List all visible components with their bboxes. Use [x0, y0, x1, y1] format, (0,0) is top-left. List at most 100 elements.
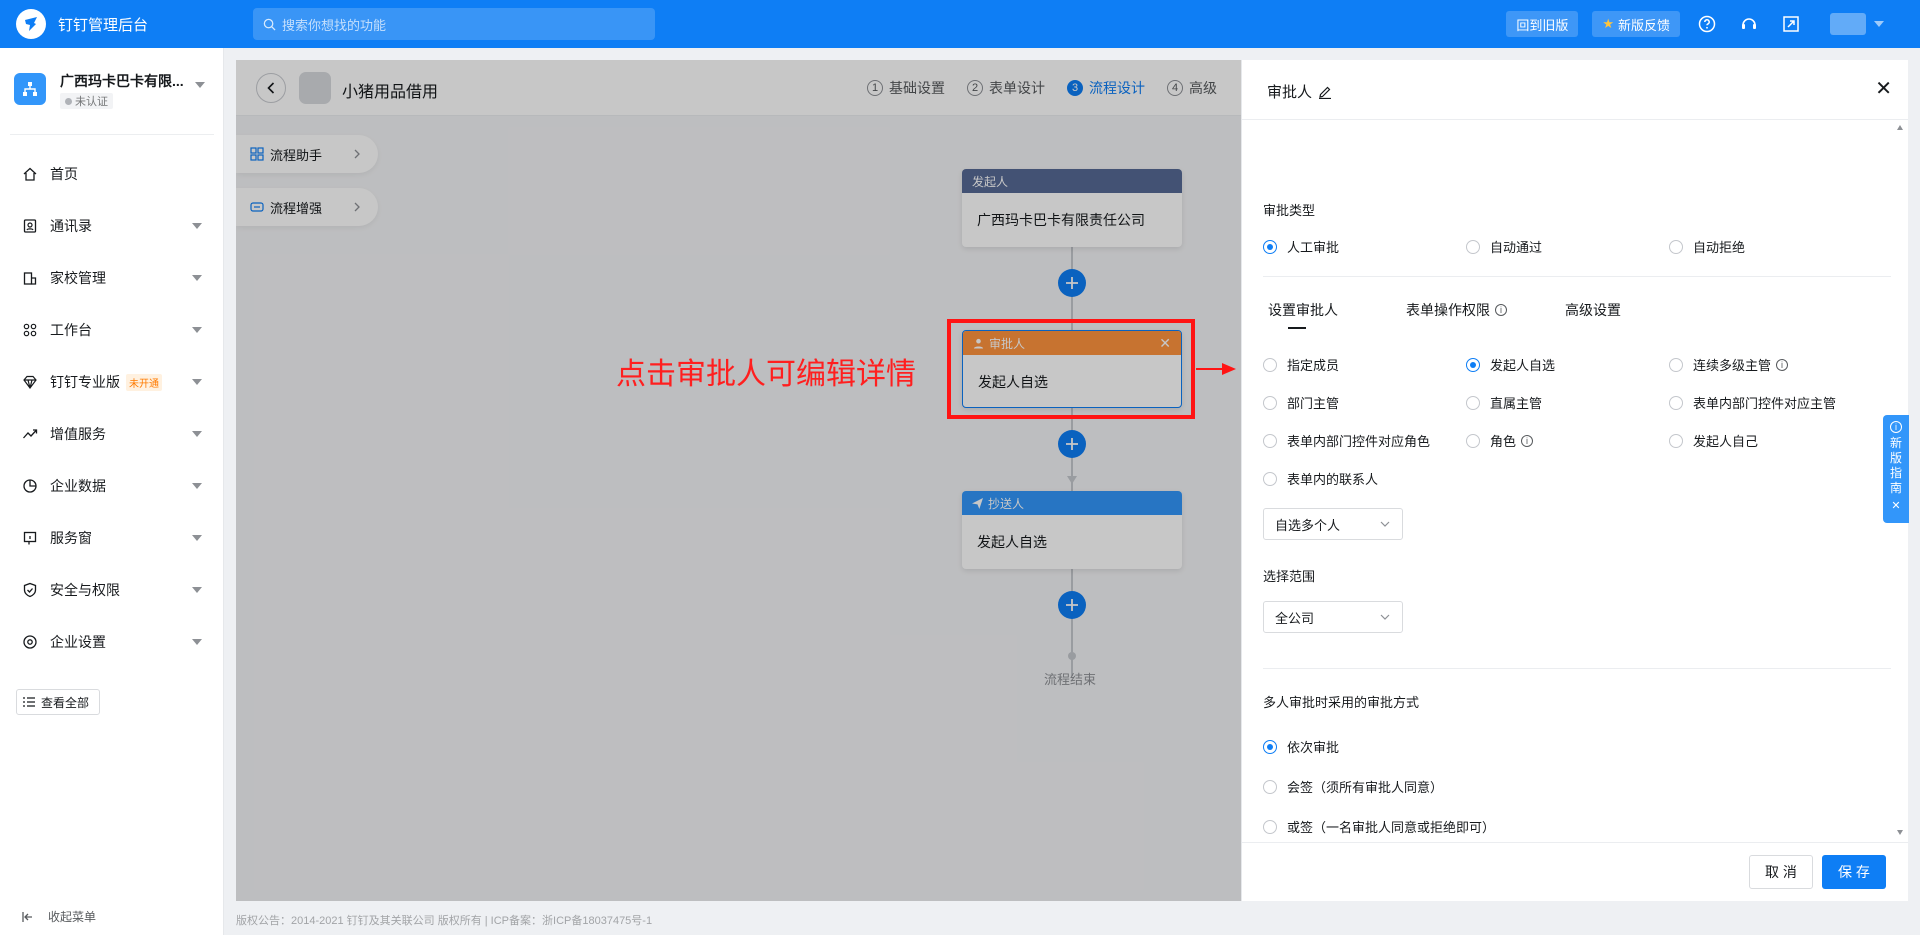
process-designer: 小猪用品借用 1 基础设置 2 表单设计 3 流程设计 4 高级 流程助手 流程增强 发… [236, 60, 1241, 901]
status-dot-icon [65, 97, 72, 105]
edit-icon[interactable] [1318, 85, 1332, 99]
sidebar-item-label: 家校管理 [50, 270, 106, 286]
radio-dot [1669, 239, 1683, 254]
radio-form-dept-role[interactable]: 表单内部门控件对应角色 [1263, 431, 1430, 450]
radio-dept-supervisor[interactable]: 部门主管 [1263, 393, 1339, 412]
radio-label: 发起人自己 [1693, 434, 1759, 449]
org-status-label: 未认证 [75, 96, 108, 108]
radio-role[interactable]: 角色 i [1466, 431, 1534, 450]
sidebar-item-contacts[interactable]: 通讯录 [0, 206, 224, 246]
sidebar-item-pro[interactable]: 钉钉专业版 未开通 [0, 362, 224, 402]
radio-or-sign[interactable]: 或签（一名审批人同意或拒绝即可） [1263, 817, 1495, 836]
sidebar-item-data[interactable]: 企业数据 [0, 466, 224, 506]
radio-multi-level-supervisor[interactable]: 连续多级主管 i [1669, 355, 1789, 374]
guide-char: 版 [1890, 451, 1903, 465]
sidebar-item-label: 安全与权限 [50, 582, 120, 598]
radio-initiator-choose[interactable]: 发起人自选 [1466, 355, 1555, 374]
old-version-button[interactable]: 回到旧版 [1506, 11, 1579, 37]
trend-icon [23, 429, 38, 439]
chevron-down-icon [192, 639, 202, 645]
new-guide-tab[interactable]: i 新 版 指 南 ✕ [1883, 415, 1909, 523]
sidebar-item-home[interactable]: 首页 [0, 154, 224, 194]
radio-auto-reject[interactable]: 自动拒绝 [1669, 237, 1745, 256]
sidebar-item-security[interactable]: 安全与权限 [0, 570, 224, 610]
grid-icon [23, 323, 37, 337]
drawer-title: 审批人 [1267, 81, 1332, 102]
sidebar-item-label: 工作台 [50, 322, 92, 338]
chevron-down-icon [192, 379, 202, 385]
chevron-down-icon [192, 587, 202, 593]
radio-auto-pass[interactable]: 自动通过 [1466, 237, 1542, 256]
headset-icon[interactable] [1736, 11, 1762, 37]
sidebar-item-settings[interactable]: 企业设置 [0, 622, 224, 662]
select-mode-value: 自选多个人 [1275, 517, 1341, 533]
pie-icon [23, 479, 37, 493]
radio-dot [1263, 395, 1277, 410]
radio-direct-supervisor[interactable]: 直属主管 [1466, 393, 1542, 412]
view-all-button[interactable]: 查看全部 [16, 689, 100, 715]
org-status-badge: 未认证 [60, 93, 113, 109]
drawer-tabs: 设置审批人 表单操作权限 i 高级设置 [1263, 300, 1684, 329]
sidebar-item-label: 钉钉专业版 [50, 374, 120, 390]
radio-form-contact[interactable]: 表单内的联系人 [1263, 469, 1378, 488]
radio-sequential-approval[interactable]: 依次审批 [1263, 737, 1339, 756]
sidebar-item-school[interactable]: 家校管理 [0, 258, 224, 298]
radio-label: 指定成员 [1287, 358, 1340, 373]
annotation-arrow-icon [1196, 363, 1236, 375]
radio-specified-member[interactable]: 指定成员 [1263, 355, 1339, 374]
radio-dot [1263, 779, 1277, 794]
search-icon [263, 18, 276, 31]
info-icon: i [1776, 358, 1789, 371]
radio-initiator-self[interactable]: 发起人自己 [1669, 431, 1758, 450]
radio-manual-approval[interactable]: 人工审批 [1263, 237, 1339, 256]
feedback-button[interactable]: ★ 新版反馈 [1592, 11, 1680, 37]
help-icon[interactable] [1694, 11, 1720, 37]
close-icon[interactable]: ✕ [1875, 76, 1892, 101]
org-name: 广西玛卡巴卡有限... [60, 73, 184, 89]
annotation-callout: 点击审批人可编辑详情 [616, 358, 916, 391]
radio-label: 或签（一名审批人同意或拒绝即可） [1287, 820, 1496, 835]
settings-icon [23, 635, 37, 649]
chevron-down-icon[interactable] [1874, 21, 1884, 27]
view-all-label: 查看全部 [41, 695, 90, 710]
modal-overlay[interactable] [236, 60, 1241, 901]
radio-dot [1669, 395, 1683, 410]
radio-label: 会签（须所有审批人同意） [1287, 780, 1444, 795]
collapse-icon [22, 911, 32, 922]
tab-form-permissions[interactable]: 表单操作权限 i [1401, 300, 1512, 320]
dingtalk-logo-icon[interactable] [16, 9, 46, 39]
collapse-menu-button[interactable]: 收起菜单 [22, 908, 96, 925]
chevron-down-icon [192, 327, 202, 333]
save-button[interactable]: 保 存 [1822, 855, 1886, 889]
info-icon: i [1521, 434, 1534, 447]
tab-set-approver[interactable]: 设置审批人 [1263, 300, 1343, 329]
not-activated-badge: 未开通 [126, 373, 162, 391]
fullscreen-icon[interactable] [1778, 11, 1804, 37]
radio-form-dept-supervisor[interactable]: 表单内部门控件对应主管 [1669, 393, 1836, 412]
close-icon[interactable]: ✕ [1891, 499, 1900, 514]
diamond-icon [23, 375, 37, 389]
sidebar: 广西玛卡巴卡有限... 未认证 首页 通讯录 家校管理 工作台 钉钉专业版 未开… [0, 48, 224, 935]
user-avatar[interactable] [1830, 13, 1866, 35]
contacts-icon [23, 219, 37, 233]
feedback-label: 新版反馈 [1617, 17, 1670, 33]
copyright-footer: 版权公告：2014-2021 钉钉及其关联公司 版权所有 | ICP备案：浙IC… [236, 915, 653, 927]
sidebar-item-value-added[interactable]: 增值服务 [0, 414, 224, 454]
scope-dropdown[interactable]: 全公司 [1263, 601, 1403, 633]
radio-label: 人工审批 [1287, 240, 1340, 255]
sidebar-item-workbench[interactable]: 工作台 [0, 310, 224, 350]
radio-countersign[interactable]: 会签（须所有审批人同意） [1263, 777, 1443, 796]
tab-advanced-settings[interactable]: 高级设置 [1560, 300, 1626, 320]
info-icon: i [1890, 421, 1902, 433]
select-mode-dropdown[interactable]: 自选多个人 [1263, 508, 1403, 540]
drawer-footer: 取 消 保 存 [1242, 842, 1908, 901]
chevron-down-icon[interactable] [195, 82, 205, 88]
radio-dot [1466, 433, 1480, 448]
search-input[interactable]: 搜索你想找的功能 [253, 8, 655, 40]
sidebar-item-service-window[interactable]: 服务窗 [0, 518, 224, 558]
approver-drawer: 审批人 ✕ 审批类型 人工审批 自动通过 自动拒绝 设置审批人 表单操作权限 i … [1241, 60, 1908, 901]
org-switcher[interactable]: 广西玛卡巴卡有限... 未认证 [14, 71, 214, 111]
sidebar-item-label: 企业设置 [50, 634, 106, 650]
drawer-body: 审批类型 人工审批 自动通过 自动拒绝 设置审批人 表单操作权限 i 高级设置 指… [1242, 120, 1908, 842]
cancel-button[interactable]: 取 消 [1749, 855, 1813, 889]
